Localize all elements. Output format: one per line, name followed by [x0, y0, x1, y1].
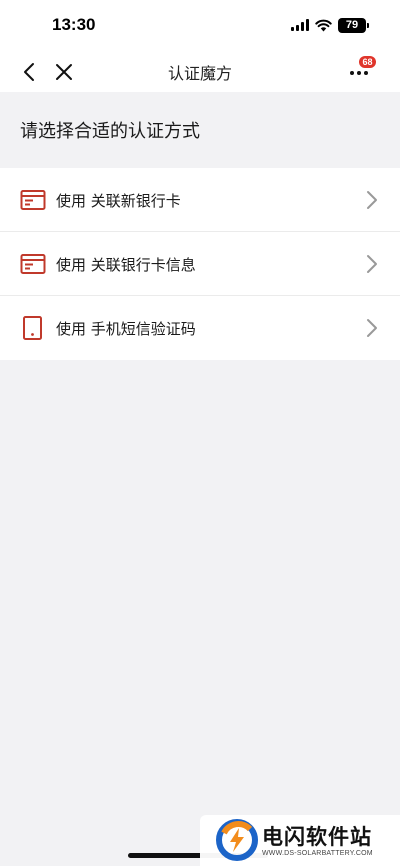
option-label: 使用 手机短信验证码 — [56, 320, 196, 338]
option-new-bank-card[interactable]: 使用 关联新银行卡 — [0, 168, 400, 232]
page-title: 认证魔方 — [167, 64, 232, 83]
status-bar: 13:30 79 — [0, 0, 400, 52]
bank-card-icon — [20, 190, 46, 210]
notification-badge: 68 — [359, 56, 376, 68]
status-icons: 79 — [291, 17, 369, 33]
watermark-url: WWW.DS-SOLARBATTERY.COM — [262, 850, 373, 857]
nav-bar: 认证魔方 68 — [0, 52, 400, 92]
option-label: 使用 关联银行卡信息 — [56, 256, 196, 274]
watermark-title: 电闪软件站 — [262, 825, 372, 849]
phone-icon — [23, 316, 42, 340]
status-time: 13:30 — [52, 15, 96, 34]
option-bank-card-info[interactable]: 使用 关联银行卡信息 — [0, 232, 400, 296]
chevron-right-icon — [367, 319, 377, 337]
more-dots-icon — [350, 71, 368, 75]
option-sms-code[interactable]: 使用 手机短信验证码 — [0, 296, 400, 360]
lightning-logo-icon — [216, 819, 258, 861]
cellular-signal-icon — [291, 19, 309, 31]
chevron-right-icon — [367, 255, 377, 273]
bank-card-icon — [20, 254, 46, 274]
auth-option-list: 使用 关联新银行卡 使用 关联银行卡信息 使用 手机短信验证码 — [0, 168, 400, 360]
section-title: 请选择合适的认证方式 — [20, 121, 200, 142]
section-header: 请选择合适的认证方式 — [0, 92, 400, 164]
wifi-icon — [315, 19, 332, 31]
watermark: 电闪软件站 WWW.DS-SOLARBATTERY.COM — [200, 815, 400, 866]
option-label: 使用 关联新银行卡 — [56, 192, 181, 210]
battery-indicator: 79 — [338, 17, 369, 33]
more-button[interactable]: 68 — [346, 56, 378, 86]
chevron-right-icon — [367, 191, 377, 209]
